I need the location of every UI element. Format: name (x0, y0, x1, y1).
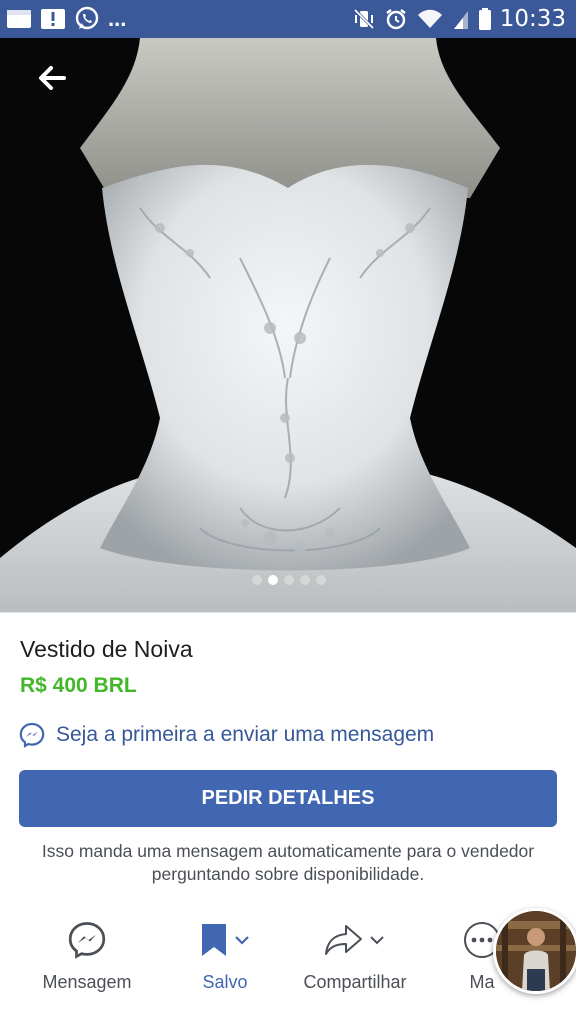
back-button[interactable] (30, 60, 74, 96)
chevron-down-icon (370, 936, 384, 945)
signal-icon (453, 11, 468, 29)
share-action[interactable]: Compartilhar (290, 910, 420, 1010)
status-overflow: ... (108, 6, 127, 31)
carousel-dot (316, 575, 326, 585)
bookmark-icon (202, 924, 226, 956)
listing-price: R$ 400 BRL (20, 674, 137, 697)
first-message-label: Seja a primeira a enviar uma mensagem (56, 723, 435, 746)
carousel-dot (300, 575, 310, 585)
chat-head-avatar[interactable] (493, 908, 576, 994)
message-action[interactable]: Mensagem (18, 910, 156, 1010)
whatsapp-icon (75, 6, 99, 30)
wifi-icon (417, 9, 442, 28)
status-bar-left: ... (6, 6, 126, 32)
first-message-link[interactable]: Seja a primeira a enviar uma mensagem (18, 720, 434, 750)
alert-icon (41, 9, 65, 29)
wedding-dress-photo (0, 38, 576, 612)
more-action-label: Ma (469, 972, 495, 992)
listing-title: Vestido de Noiva (20, 636, 193, 662)
messenger-icon (19, 722, 45, 748)
share-action-label: Compartilhar (303, 972, 407, 992)
message-action-label: Mensagem (42, 972, 132, 992)
request-details-button[interactable]: PEDIR DETALHES (19, 770, 557, 827)
status-time: 10:33 (499, 6, 566, 32)
carousel-dot (252, 575, 262, 585)
listing-photo[interactable] (0, 38, 576, 612)
carousel-dot (284, 575, 294, 585)
notification-card-icon (7, 10, 31, 28)
divider (0, 612, 576, 613)
alarm-icon (385, 9, 406, 30)
messenger-icon (68, 922, 106, 959)
saved-action[interactable]: Salvo (180, 910, 270, 1010)
share-icon (325, 925, 362, 955)
battery-icon (478, 8, 491, 30)
chevron-down-icon (235, 936, 249, 945)
back-arrow-icon (39, 66, 66, 90)
carousel-indicator (252, 575, 326, 585)
avatar (496, 911, 576, 991)
status-bar-right: 10:33 (352, 6, 566, 32)
helper-text: Isso manda uma mensagem automaticamente … (41, 841, 535, 884)
carousel-dot-active (268, 575, 278, 585)
saved-action-label: Salvo (202, 972, 248, 992)
action-bar: Mensagem Salvo Compartilhar Ma (0, 910, 576, 1010)
status-bar: ... 10:33 (0, 0, 576, 38)
mute-vibrate-icon (353, 8, 374, 30)
